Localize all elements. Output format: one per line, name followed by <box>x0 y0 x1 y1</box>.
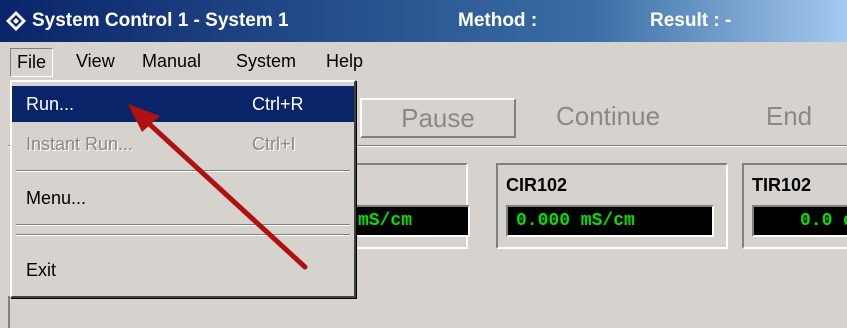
pause-button[interactable]: Pause <box>360 98 516 138</box>
window-left-edge <box>8 296 10 328</box>
monitor-name: TIR102 <box>752 175 812 195</box>
diamond-app-icon <box>6 11 26 31</box>
method-label: Method : <box>458 10 538 31</box>
menu-help[interactable]: Help <box>320 51 369 72</box>
monitor-value: mS/cm <box>348 205 470 237</box>
menu-item-menu[interactable]: Menu... <box>12 180 354 216</box>
menu-item-shortcut: Ctrl+I <box>252 133 296 154</box>
menu-item-label: Exit <box>26 259 57 280</box>
result-label: Result : - <box>650 10 732 31</box>
file-menu-dropdown: Run... Ctrl+R Instant Run... Ctrl+I Menu… <box>10 80 356 298</box>
menu-item-exit[interactable]: Exit <box>12 252 354 288</box>
menu-item-label: Menu... <box>26 187 87 208</box>
menu-item-label: Run... <box>26 93 75 114</box>
menu-item-shortcut: Ctrl+R <box>252 93 304 114</box>
menu-separator <box>16 224 350 226</box>
menu-view[interactable]: View <box>70 51 121 72</box>
monitor-panel-cir102: CIR102 0.000 mS/cm <box>496 163 728 249</box>
menu-separator <box>16 234 350 236</box>
monitor-value: 0.000 mS/cm <box>506 205 714 237</box>
end-button[interactable]: End <box>744 98 834 134</box>
monitor-panel: mS/cm <box>346 163 470 249</box>
menu-item-run[interactable]: Run... Ctrl+R <box>12 86 354 122</box>
monitor-value: 0.0 ø <box>752 205 847 237</box>
menu-bar: File View Manual System Help <box>0 42 847 82</box>
menu-item-label: Instant Run... <box>26 133 134 154</box>
monitor-panel-tir102: TIR102 0.0 ø <box>742 163 847 249</box>
menu-manual[interactable]: Manual <box>136 51 207 72</box>
menu-file[interactable]: File <box>10 48 54 77</box>
continue-button[interactable]: Continue <box>528 98 688 134</box>
window-title: System Control 1 - System 1 <box>32 10 289 31</box>
menu-separator <box>16 170 350 172</box>
menu-item-instant-run[interactable]: Instant Run... Ctrl+I <box>12 126 354 162</box>
title-bar: System Control 1 - System 1 Method : Res… <box>0 0 847 42</box>
menu-system[interactable]: System <box>230 51 302 72</box>
monitor-name: CIR102 <box>506 175 568 195</box>
